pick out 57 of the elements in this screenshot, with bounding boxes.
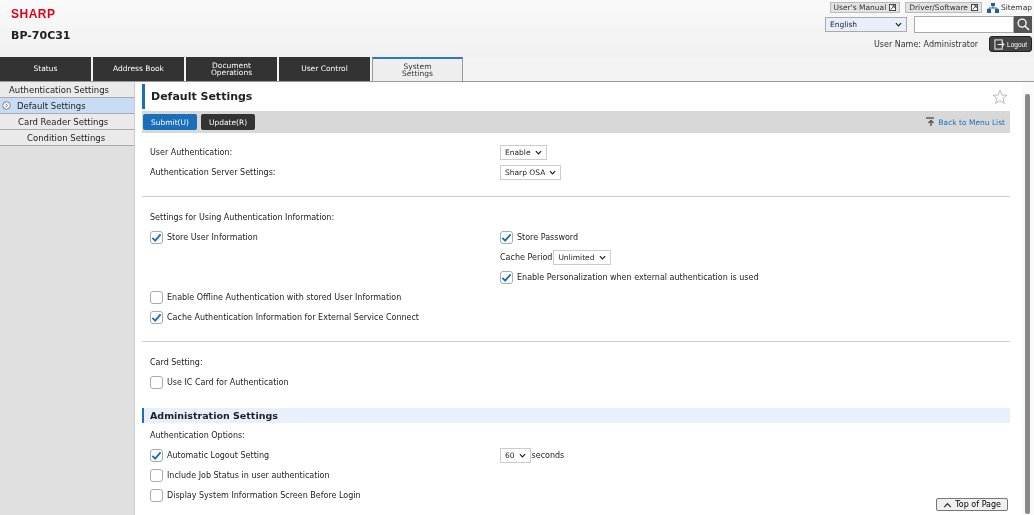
star-icon[interactable] — [992, 88, 1008, 105]
logout-icon — [994, 38, 1006, 50]
field-label: Authentication Server Settings: — [150, 167, 276, 177]
search-button[interactable] — [1014, 16, 1032, 33]
checkbox-label: Enable Personalization when external authentication is used — [517, 272, 759, 282]
chevron-down-icon — [518, 452, 526, 458]
top-of-page-button[interactable]: Top of Page — [936, 498, 1008, 511]
checkbox-label: Include Job Status in user authentication — [167, 470, 330, 480]
search-icon — [1016, 18, 1030, 31]
field-label: User Authentication: — [150, 147, 233, 157]
sidebar-item[interactable]: Card Reader Settings — [0, 114, 134, 130]
user-name: User Name: Administrator — [873, 39, 979, 49]
page-title: Default Settings — [151, 90, 253, 103]
checkbox[interactable] — [150, 448, 163, 462]
checkbox-label: Store User Information — [167, 232, 258, 242]
chevron-circle-icon — [2, 101, 11, 110]
external-link-icon — [970, 4, 978, 11]
checkbox[interactable] — [150, 290, 163, 304]
chevron-down-icon — [598, 254, 606, 260]
field-label: Card Setting: — [150, 357, 203, 367]
brand-logo: SHARP — [11, 7, 57, 21]
checkbox[interactable] — [150, 310, 163, 324]
back-arrow-icon — [925, 117, 936, 127]
unit-label: seconds — [531, 450, 565, 460]
field-label: Settings for Using Authentication Information: — [150, 212, 335, 222]
chevron-up-icon — [943, 501, 953, 508]
sitemap-icon — [986, 2, 999, 13]
checkmark-icon — [151, 449, 162, 461]
checkbox[interactable] — [500, 230, 513, 244]
checkmark-icon — [501, 231, 512, 243]
field-label: Cache Period — [500, 252, 553, 262]
checkbox[interactable] — [150, 375, 163, 389]
checkbox-label: Display System Information Screen Before Login — [167, 490, 361, 500]
checkmark-icon — [501, 271, 512, 283]
external-link-icon — [889, 4, 897, 11]
checkbox[interactable] — [500, 270, 513, 284]
checkbox-label: Enable Offline Authentication with stored User Information — [167, 292, 402, 302]
section-heading: Administration Settings — [142, 408, 1010, 423]
checkbox-label: Cache Authentication Information for External Service Connect — [167, 312, 419, 322]
search-field[interactable] — [914, 16, 1014, 33]
sidebar-item[interactable]: Authentication Settings — [0, 82, 134, 98]
checkmark-icon — [151, 231, 162, 243]
model-name: BP-70C31 — [11, 29, 71, 42]
checkmark-icon — [151, 311, 162, 323]
checkbox-label: Use IC Card for Authentication — [167, 377, 289, 387]
checkbox[interactable] — [150, 230, 163, 244]
checkbox[interactable] — [150, 488, 163, 502]
sidebar-item[interactable]: Default Settings — [0, 98, 134, 114]
checkbox-label: Automatic Logout Setting — [167, 450, 270, 460]
chevron-down-icon — [549, 169, 557, 175]
field-label: Authentication Options: — [150, 430, 245, 440]
checkbox-label: Store Password — [517, 232, 579, 242]
sidebar-item[interactable]: Condition Settings — [0, 130, 134, 146]
chevron-down-icon — [895, 22, 902, 27]
checkbox[interactable] — [150, 468, 163, 482]
scrollbar[interactable] — [1022, 82, 1034, 515]
chevron-down-icon — [534, 149, 542, 155]
